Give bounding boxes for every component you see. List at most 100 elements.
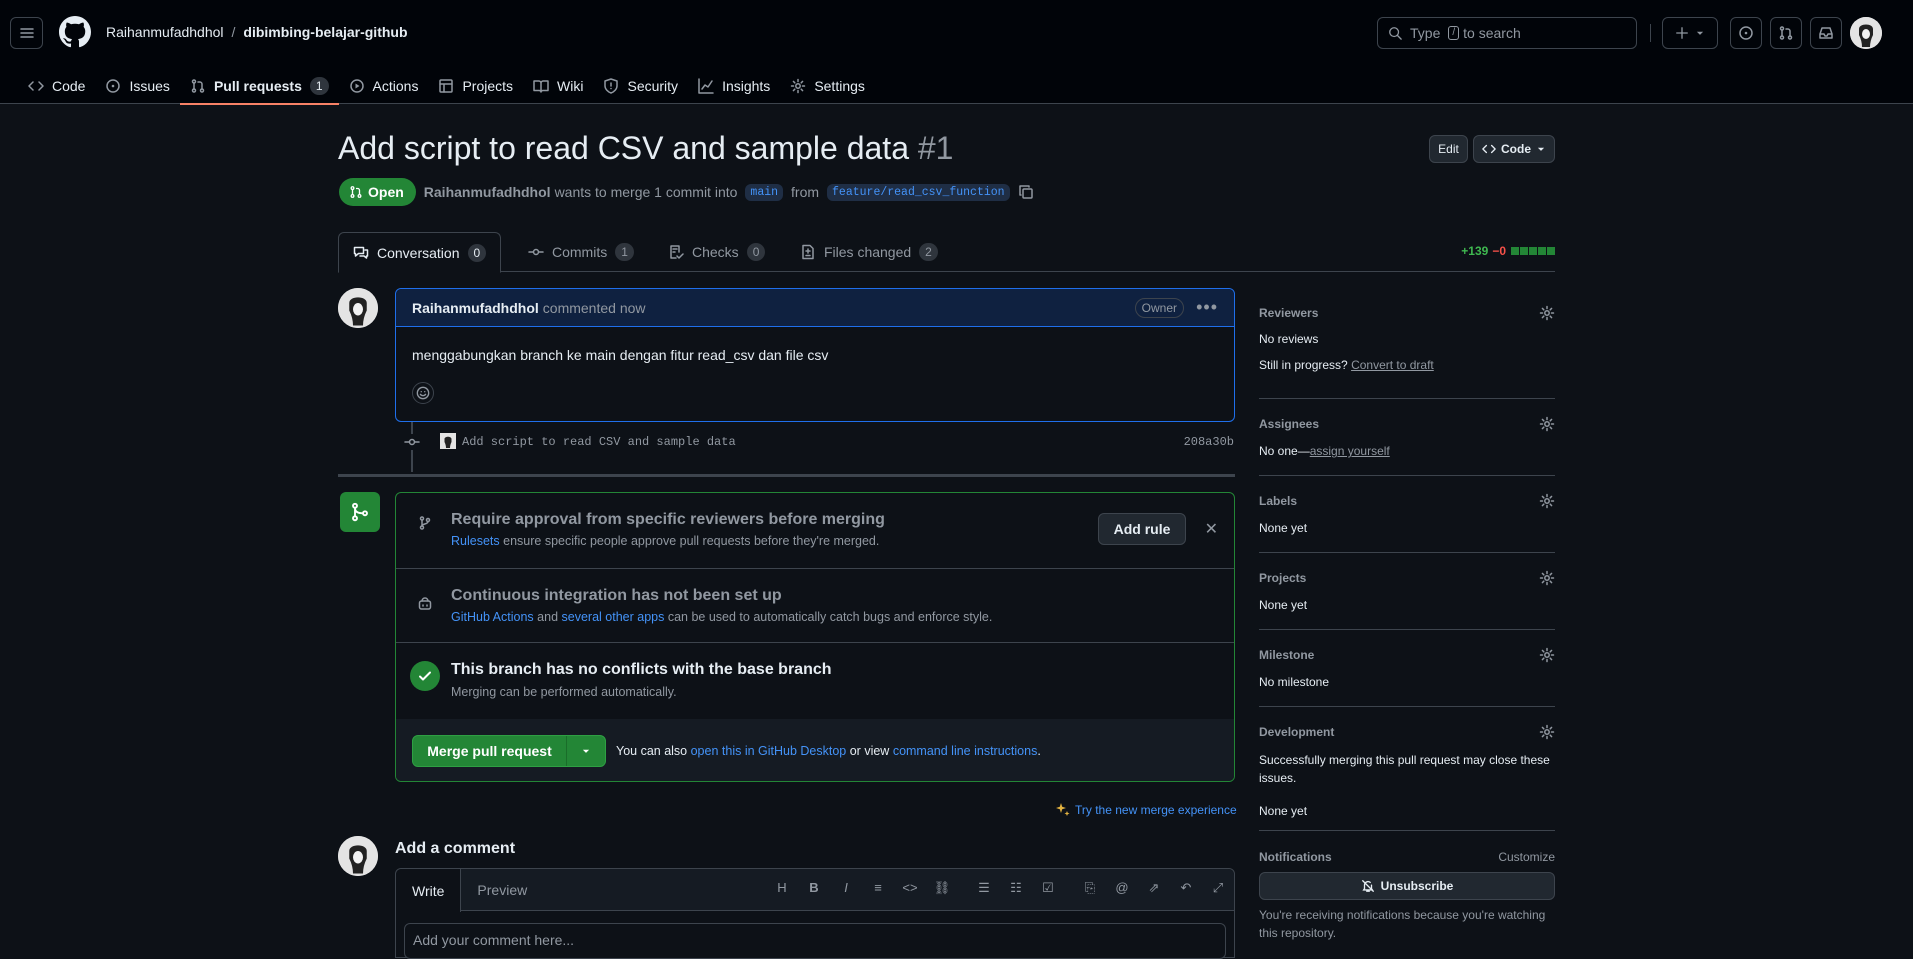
pull-requests-button[interactable] [1770, 17, 1802, 49]
additions-count: +139 [1461, 244, 1489, 258]
heading-icon[interactable]: H [772, 880, 792, 896]
commit-sha[interactable]: 208a30b [1184, 435, 1234, 449]
repo-link[interactable]: dibimbing-belajar-github [243, 24, 407, 40]
avatar[interactable] [338, 288, 378, 328]
milestone-section: Milestone No milestone [1259, 630, 1555, 707]
development-value: None yet [1259, 804, 1308, 818]
comment-meta[interactable]: commented now [543, 300, 646, 316]
cross-reference-icon[interactable]: ⇗ [1144, 880, 1164, 896]
comment-author[interactable]: Raihanmufadhdhol [412, 300, 539, 316]
hamburger-menu-button[interactable] [10, 17, 43, 49]
pr-tabs: Conversation 0 Commits 1 Checks 0 Files … [338, 232, 1555, 273]
tab-issues[interactable]: Issues [95, 68, 179, 104]
user-avatar[interactable] [1850, 17, 1882, 49]
bulleted-list-icon[interactable]: ☷ [1006, 880, 1026, 896]
ruleset-text: ensure specific people approve pull requ… [503, 534, 880, 548]
fullscreen-icon[interactable]: ⤢ [1208, 880, 1228, 896]
tab-projects[interactable]: Projects [428, 68, 523, 104]
graph-icon [698, 78, 714, 94]
command-line-link[interactable]: command line instructions [893, 744, 1038, 758]
bold-icon[interactable]: B [804, 880, 824, 896]
code-dropdown-button[interactable]: Code [1473, 135, 1555, 163]
commit-message[interactable]: Add script to read CSV and sample data [462, 435, 736, 449]
tab-count: 1 [615, 243, 634, 261]
tab-label: Checks [692, 244, 739, 260]
tab-security[interactable]: Security [593, 68, 688, 104]
tab-actions[interactable]: Actions [339, 68, 429, 104]
base-branch[interactable]: main [745, 183, 784, 201]
repo-navigation: Code Issues Pull requests 1 Actions Proj… [18, 68, 875, 105]
labels-heading[interactable]: Labels [1259, 494, 1297, 508]
avatar[interactable] [440, 433, 456, 449]
issues-button[interactable] [1730, 17, 1762, 49]
status-label: Open [368, 184, 404, 200]
ruleset-section: Require approval from specific reviewers… [396, 493, 1234, 569]
development-heading[interactable]: Development [1259, 725, 1334, 739]
copy-icon[interactable] [1018, 184, 1034, 200]
tab-write[interactable]: Write [396, 869, 462, 912]
github-desktop-link[interactable]: open this in GitHub Desktop [691, 744, 847, 758]
tab-settings[interactable]: Settings [780, 68, 875, 104]
rulesets-link[interactable]: Rulesets [451, 534, 500, 548]
merge-pull-request-button[interactable]: Merge pull request [412, 735, 606, 767]
numbered-list-icon[interactable]: ☰ [974, 880, 994, 896]
gear-icon[interactable] [1539, 493, 1555, 509]
pull-request-icon [350, 186, 362, 198]
assignees-heading[interactable]: Assignees [1259, 417, 1319, 431]
kebab-menu-icon[interactable]: ••• [1196, 297, 1218, 318]
add-rule-button[interactable]: Add rule [1098, 513, 1186, 545]
comment-textarea[interactable]: Add your comment here... [404, 923, 1226, 959]
tab-files-changed[interactable]: Files changed 2 [786, 232, 952, 272]
gear-icon[interactable] [1539, 570, 1555, 586]
code-icon[interactable]: <> [900, 880, 920, 896]
code-icon [1482, 144, 1496, 154]
task-list-icon[interactable]: ☑ [1038, 880, 1058, 896]
assign-yourself-link[interactable]: assign yourself [1310, 444, 1390, 458]
try-new-merge-link[interactable]: Try the new merge experience [1055, 802, 1237, 818]
gear-icon[interactable] [1539, 647, 1555, 663]
link-icon[interactable]: ⛓ [932, 880, 952, 896]
projects-heading[interactable]: Projects [1259, 571, 1306, 585]
github-logo-icon[interactable] [59, 16, 91, 48]
search-input[interactable]: Type / to search [1377, 17, 1637, 49]
tab-insights[interactable]: Insights [688, 68, 780, 104]
mention-icon[interactable]: @ [1112, 880, 1132, 896]
head-branch[interactable]: feature/read_csv_function [827, 183, 1010, 201]
editor-tabs: Write Preview H B I ≡ <> ⛓ ☰ ☷ ☑ ⎘ @ ⇗ ↶… [396, 869, 1234, 912]
add-reaction-button[interactable] [412, 382, 434, 404]
assignees-value: No one— [1259, 444, 1310, 458]
comment-body: menggabungkan branch ke main dengan fitu… [412, 347, 829, 363]
tab-wiki[interactable]: Wiki [523, 68, 593, 104]
quote-icon[interactable]: ≡ [868, 880, 888, 896]
tab-preview[interactable]: Preview [461, 869, 543, 910]
milestone-heading[interactable]: Milestone [1259, 648, 1314, 662]
close-icon[interactable]: ✕ [1205, 519, 1218, 539]
gear-icon[interactable] [1539, 724, 1555, 740]
italic-icon[interactable]: I [836, 880, 856, 896]
merge-method-dropdown[interactable] [567, 736, 605, 766]
other-apps-link[interactable]: several other apps [562, 610, 665, 624]
pr-author-link[interactable]: Raihanmufadhdhol [424, 184, 551, 200]
reply-icon[interactable]: ↶ [1176, 880, 1196, 896]
create-new-button[interactable] [1662, 17, 1718, 49]
gear-icon[interactable] [1539, 305, 1555, 321]
tab-code[interactable]: Code [18, 68, 95, 104]
conflict-text: Merging can be performed automatically. [451, 685, 677, 699]
attach-icon[interactable]: ⎘ [1080, 880, 1100, 896]
gear-icon[interactable] [1539, 416, 1555, 432]
avatar[interactable] [338, 836, 378, 876]
tab-conversation[interactable]: Conversation 0 [338, 232, 502, 273]
convert-to-draft-link[interactable]: Convert to draft [1351, 358, 1434, 372]
merge-button-label[interactable]: Merge pull request [413, 736, 567, 766]
tab-commits[interactable]: Commits 1 [514, 232, 648, 272]
owner-link[interactable]: Raihanmufadhdhol [106, 24, 224, 40]
inbox-button[interactable] [1810, 17, 1842, 49]
github-actions-link[interactable]: GitHub Actions [451, 610, 534, 624]
customize-link[interactable]: Customize [1498, 850, 1555, 864]
pr-title: Add script to read CSV and sample data #… [338, 130, 953, 167]
tab-checks[interactable]: Checks 0 [654, 232, 779, 272]
tab-pull-requests[interactable]: Pull requests 1 [179, 68, 339, 105]
edit-title-button[interactable]: Edit [1429, 135, 1468, 163]
unsubscribe-button[interactable]: Unsubscribe [1259, 872, 1555, 900]
reviewers-heading[interactable]: Reviewers [1259, 306, 1318, 320]
